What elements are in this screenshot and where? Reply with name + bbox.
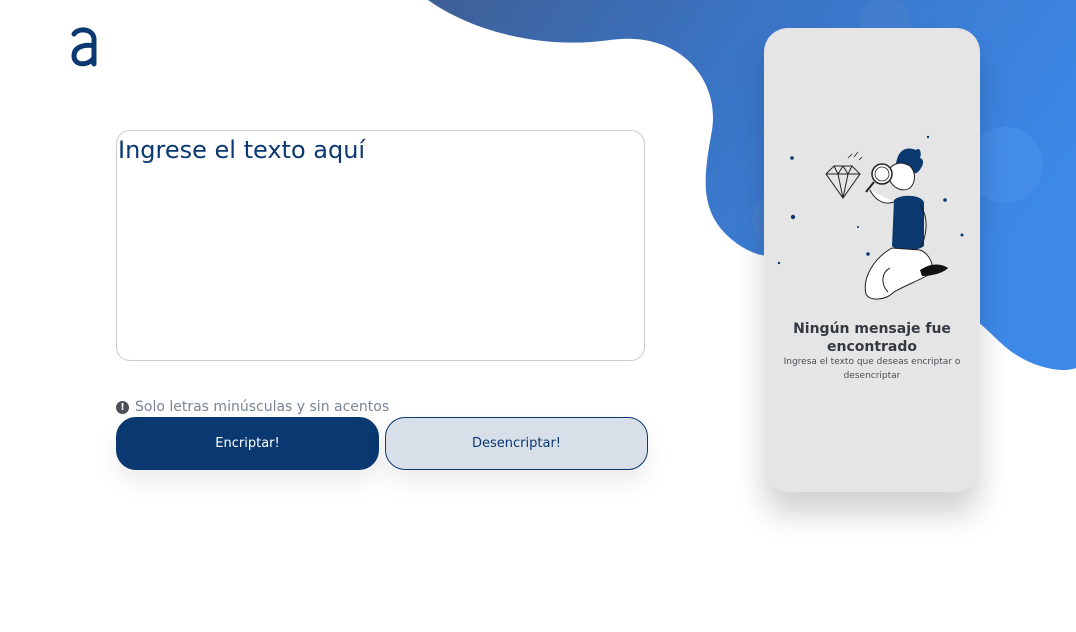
input-hint: ! Solo letras minúsculas y sin acentos xyxy=(116,398,389,416)
decrypt-button[interactable]: Desencriptar! xyxy=(385,417,648,470)
alura-a-logo-icon[interactable] xyxy=(66,26,102,70)
exclamation-circle-icon: ! xyxy=(116,400,129,414)
message-input-container xyxy=(116,130,645,361)
encrypt-button[interactable]: Encriptar! xyxy=(116,417,379,470)
hint-text: Solo letras minúsculas y sin acentos xyxy=(135,399,390,415)
empty-state-title: Ningún mensaje fue encontrado xyxy=(793,321,951,355)
message-input[interactable] xyxy=(118,135,644,360)
empty-state-subtitle: Ingresa el texto que deseas encriptar o … xyxy=(783,357,961,381)
person-searching-diamond-illustration xyxy=(777,135,964,300)
